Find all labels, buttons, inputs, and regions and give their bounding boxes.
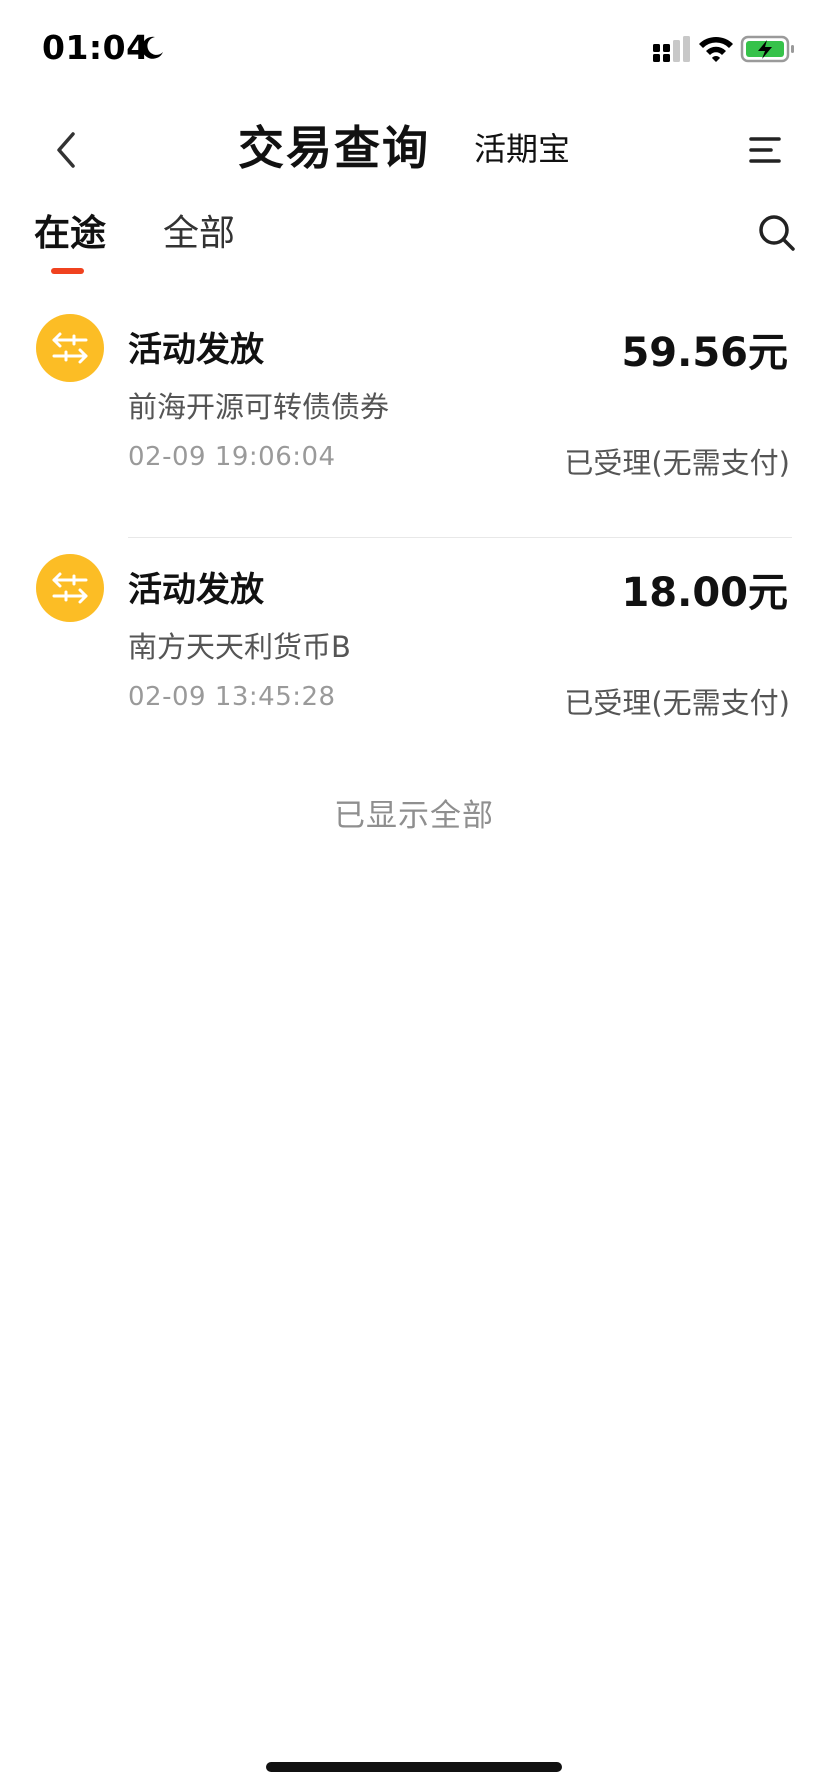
chevron-left-icon — [57, 132, 75, 168]
battery-charging-icon — [740, 35, 794, 63]
filter-tabs: 在途 全部 — [0, 200, 828, 280]
transaction-list: 活动发放 59.56元 前海开源可转债债券 02-09 19:06:04 已受理… — [0, 300, 828, 780]
transaction-amount: 18.00元 — [621, 570, 788, 616]
status-time: 01:04 — [42, 28, 150, 67]
wifi-icon — [699, 36, 733, 62]
moon-icon — [141, 36, 163, 59]
transfer-arrows-icon — [52, 572, 88, 604]
transaction-status: 已受理(无需支付) — [564, 446, 790, 480]
row-divider — [128, 537, 792, 538]
signal-icon — [653, 36, 690, 62]
transaction-title: 活动发放 — [128, 570, 264, 610]
menu-icon — [749, 137, 781, 163]
transaction-type-badge — [36, 314, 104, 382]
status-bar: 01:04 — [0, 0, 828, 100]
transaction-amount: 59.56元 — [621, 330, 788, 376]
transaction-time: 02-09 19:06:04 — [128, 442, 336, 472]
list-end-message: 已显示全部 — [334, 798, 494, 834]
nav-bar: 交易查询 活期宝 — [0, 100, 828, 200]
tab-in-transit[interactable]: 在途 — [34, 204, 106, 256]
transaction-fund-name: 前海开源可转债债券 — [128, 390, 390, 424]
home-indicator[interactable] — [266, 1762, 562, 1772]
transaction-fund-name: 南方天天利货币B — [128, 630, 351, 664]
transfer-arrows-icon — [52, 332, 88, 364]
search-button[interactable] — [752, 208, 802, 258]
tab-active-indicator — [51, 268, 84, 274]
menu-button[interactable] — [740, 118, 790, 182]
transaction-title: 活动发放 — [128, 330, 264, 370]
back-button[interactable] — [40, 118, 90, 182]
product-tab[interactable]: 活期宝 — [474, 124, 570, 170]
search-icon — [759, 215, 795, 251]
transaction-row[interactable]: 活动发放 18.00元 南方天天利货币B 02-09 13:45:28 已受理(… — [0, 540, 828, 780]
transaction-status: 已受理(无需支付) — [564, 686, 790, 720]
tab-all[interactable]: 全部 — [163, 204, 235, 256]
transaction-time: 02-09 13:45:28 — [128, 682, 336, 712]
transaction-row[interactable]: 活动发放 59.56元 前海开源可转债债券 02-09 19:06:04 已受理… — [0, 300, 828, 540]
transaction-type-badge — [36, 554, 104, 622]
page-title: 交易查询 — [238, 121, 430, 175]
